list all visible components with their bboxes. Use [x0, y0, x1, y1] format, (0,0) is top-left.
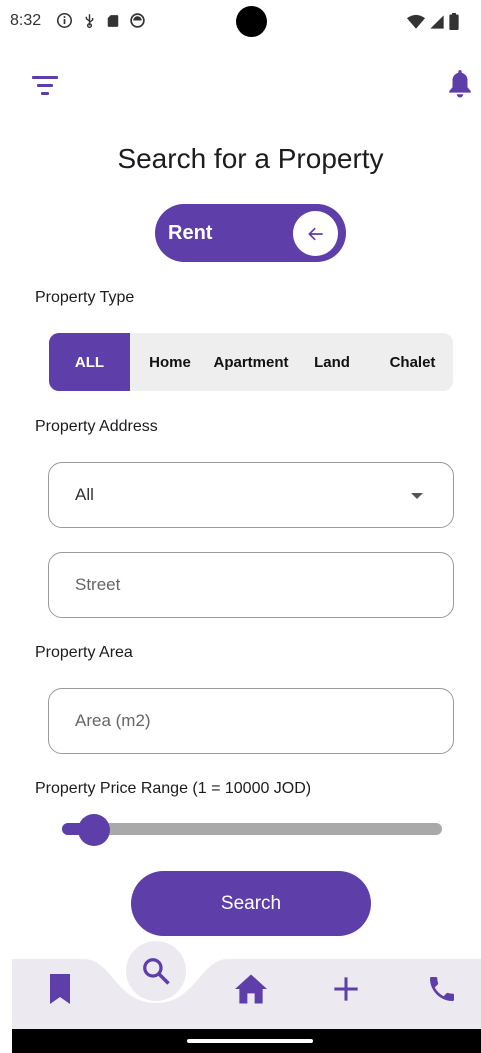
- street-field[interactable]: [49, 553, 453, 617]
- bottom-navigation: [12, 941, 481, 1029]
- rent-toggle[interactable]: Rent: [155, 204, 346, 262]
- wifi-icon: [407, 14, 425, 29]
- address-dropdown-value: All: [75, 485, 94, 504]
- app-bar: [0, 60, 481, 110]
- address-dropdown[interactable]: All: [48, 462, 454, 528]
- property-address-label: Property Address: [35, 418, 158, 435]
- nav-add[interactable]: [324, 967, 368, 1011]
- system-navigation-bar: [12, 1029, 481, 1053]
- filter-button[interactable]: [28, 68, 62, 102]
- signal-icon: [430, 14, 444, 29]
- battery-icon: [449, 13, 459, 30]
- camera-cutout: [236, 6, 267, 37]
- notifications-button[interactable]: [443, 66, 477, 100]
- property-type-label: Property Type: [35, 289, 135, 306]
- price-range-slider[interactable]: [62, 823, 442, 835]
- phone-icon: [430, 977, 454, 1001]
- sd-card-icon: [107, 14, 119, 27]
- status-icons-right: [407, 13, 459, 30]
- property-type-home[interactable]: Home: [130, 333, 210, 391]
- status-bar: 8:32: [0, 0, 481, 44]
- property-type-chalet[interactable]: Chalet: [372, 333, 453, 391]
- property-type-selector: ALL Home Apartment Land Chalet: [49, 333, 453, 391]
- page-title: Search for a Property: [117, 143, 384, 174]
- dropdown-caret-icon: [411, 493, 423, 499]
- nav-home[interactable]: [229, 967, 273, 1011]
- price-range-label: Property Price Range (1 = 10000 JOD): [35, 780, 312, 797]
- info-icon: [56, 12, 73, 29]
- property-type-land[interactable]: Land: [292, 333, 372, 391]
- filter-icon: [32, 76, 58, 95]
- property-area-label: Property Area: [35, 644, 133, 661]
- status-icons-left: [56, 12, 146, 29]
- street-field-container: [48, 552, 454, 618]
- property-type-apartment[interactable]: Apartment: [210, 333, 292, 391]
- property-type-all[interactable]: ALL: [49, 333, 130, 391]
- add-icon: [334, 977, 358, 1001]
- arrow-left-icon: [307, 227, 323, 240]
- rent-toggle-knob[interactable]: [293, 211, 338, 256]
- nav-search[interactable]: [126, 941, 186, 1001]
- price-range-slider-thumb[interactable]: [77, 814, 110, 846]
- rent-toggle-label: Rent: [168, 222, 213, 244]
- nav-bookmark[interactable]: [38, 967, 82, 1011]
- area-field[interactable]: [49, 689, 453, 753]
- bookmark-icon: [50, 974, 70, 1004]
- search-button[interactable]: Search: [131, 871, 371, 936]
- sync-icon: [130, 13, 145, 28]
- area-field-container: [48, 688, 454, 754]
- status-time: 8:32: [10, 12, 42, 29]
- home-gesture-handle[interactable]: [187, 1039, 313, 1043]
- bell-icon: [449, 70, 471, 98]
- usb-icon: [85, 14, 94, 29]
- nav-phone[interactable]: [420, 967, 464, 1011]
- search-icon: [143, 958, 170, 985]
- home-icon: [235, 974, 267, 1004]
